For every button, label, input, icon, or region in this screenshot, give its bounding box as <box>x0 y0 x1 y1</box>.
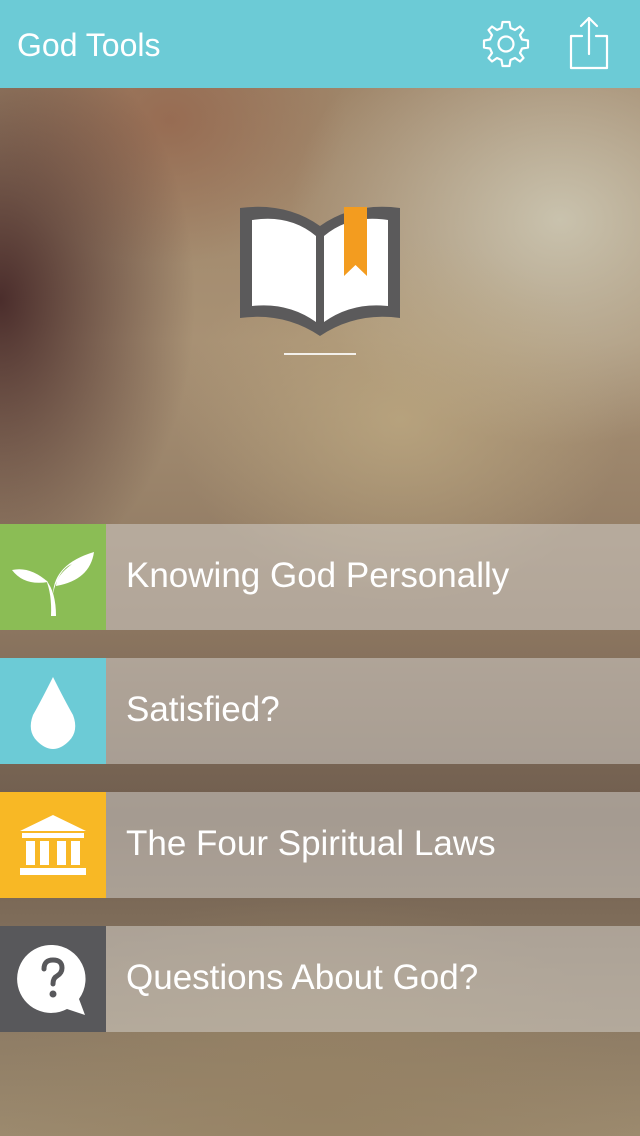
menu-icon-container <box>0 926 106 1032</box>
share-button[interactable] <box>559 14 619 74</box>
menu-item-knowing-god-personally[interactable]: Knowing God Personally <box>0 524 640 630</box>
menu-icon-container <box>0 792 106 898</box>
share-icon <box>569 16 609 70</box>
water-drop-icon <box>30 677 76 749</box>
menu-item-label: The Four Spiritual Laws <box>126 824 496 863</box>
gear-icon <box>482 20 530 68</box>
menu-icon-container <box>0 658 106 764</box>
top-bar: God Tools <box>0 0 640 88</box>
menu-label-container: Knowing God Personally <box>106 524 640 630</box>
question-bubble-icon <box>17 944 86 1015</box>
menu-item-four-spiritual-laws[interactable]: The Four Spiritual Laws <box>0 792 640 898</box>
menu-label-container: Questions About God? <box>106 926 640 1032</box>
menu-label-container: The Four Spiritual Laws <box>106 792 640 898</box>
app-title: God Tools <box>17 27 161 63</box>
menu-item-questions-about-god[interactable]: Questions About God? <box>0 926 640 1032</box>
open-book-bookmark-icon <box>240 206 400 336</box>
menu-item-label: Knowing God Personally <box>126 556 510 595</box>
sprout-icon <box>12 552 94 616</box>
menu-item-satisfied[interactable]: Satisfied? <box>0 658 640 764</box>
building-columns-icon <box>20 815 86 875</box>
menu-item-label: Satisfied? <box>126 690 280 729</box>
menu-icon-container <box>0 524 106 630</box>
logo-divider <box>284 353 356 355</box>
settings-button[interactable] <box>476 14 536 74</box>
menu-label-container: Satisfied? <box>106 658 640 764</box>
menu-item-label: Questions About God? <box>126 958 479 997</box>
